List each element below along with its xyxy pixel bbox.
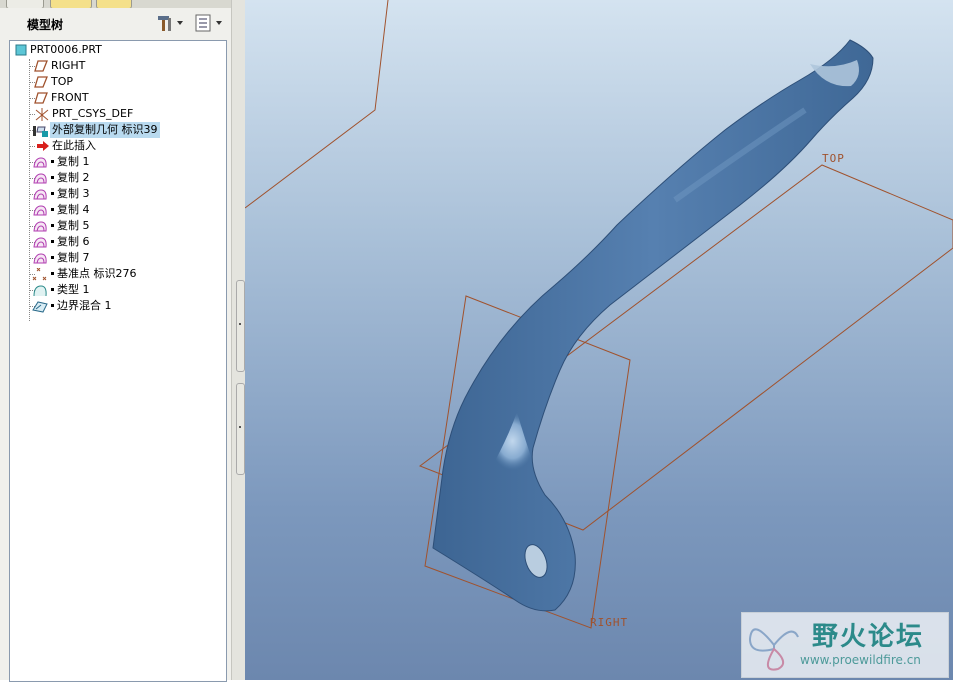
status-marker [51,304,54,307]
watermark-title: 野火论坛 [812,622,925,652]
tree-item-label: 在此插入 [52,139,96,152]
status-marker [51,192,54,195]
status-marker [51,288,54,291]
status-marker [51,272,54,275]
status-marker [51,240,54,243]
tree-item-label: RIGHT [51,59,86,72]
forum-watermark: 野火论坛 www.proewildfire.cn [741,612,949,678]
copy-surface-icon [33,173,47,184]
copy-surface-icon [33,189,47,200]
right-datum-label: RIGHT [590,616,629,629]
tree-item-label: 外部复制几何 标识39 [50,122,160,138]
tree-item-label: PRT0006.PRT [30,43,102,56]
model-scene [245,0,953,629]
csys-icon [35,108,49,121]
style-surface-icon [33,285,47,297]
copy-surface-icon [33,253,47,264]
insert-here-arrow-icon [37,141,49,151]
show-filter-button[interactable] [194,12,226,34]
tree-item-label: TOP [51,75,74,88]
datum-plane-icon [34,76,48,88]
splitter-grip-upper[interactable] [236,280,245,372]
tree-item-label: FRONT [51,91,89,104]
tree-item-label: 类型 1 [57,283,90,296]
navigator-tabs [0,0,245,8]
copy-surface-icon [33,237,47,248]
datum-point-icon [32,268,47,281]
part-icon [15,44,27,56]
front-datum-plane[interactable] [245,0,389,209]
copy-surface-icon [33,221,47,232]
model-tree-header: 模型树 [0,8,245,38]
tree-item-label: 复制 3 [57,187,90,200]
external-copy-geom-icon [33,126,48,137]
part-body[interactable] [432,39,874,612]
tree-settings-button[interactable] [155,12,185,34]
tree-item-label: 边界混合 1 [57,299,112,312]
model-tree: PRT0006.PRT RIGHT TOP FRONT PRT_CSYS_DEF [9,40,227,682]
tools-icon [158,16,183,31]
datum-plane-icon [34,60,48,72]
tree-connector [29,146,35,147]
status-marker [51,176,54,179]
copy-surface-icon [33,157,47,168]
tab-folder-browser[interactable] [50,0,92,8]
butterfly-logo-icon [748,628,799,671]
status-marker [51,208,54,211]
watermark-url: www.proewildfire.cn [800,653,921,667]
status-marker [51,224,54,227]
tree-item-label: 复制 5 [57,219,90,232]
copy-surface-icon [33,205,47,216]
navigator-panel: 模型树 PRT0006.PRT RIGHT TOP FRONT PRT_CSYS… [0,0,245,682]
tree-item-label: 复制 6 [57,235,90,248]
tab-model-tree[interactable] [6,0,44,8]
tree-item-label: 基准点 标识276 [57,267,137,280]
splitter-grip-lower[interactable] [236,383,245,475]
boundary-blend-icon [32,301,48,313]
tree-item-label: 复制 7 [57,251,90,264]
tree-item-label: 复制 2 [57,171,90,184]
datum-plane-icon [34,92,48,104]
list-menu-icon [195,14,222,32]
status-marker [51,256,54,259]
model-tree-title: 模型树 [27,18,64,32]
status-marker [51,160,54,163]
tree-item-label: 复制 1 [57,155,90,168]
tree-item-label: PRT_CSYS_DEF [52,107,134,120]
top-datum-label: TOP [822,152,845,165]
tab-favorites[interactable] [96,0,132,8]
graphics-viewport[interactable]: TOP RIGHT [245,0,953,680]
tree-item-label: 复制 4 [57,203,90,216]
